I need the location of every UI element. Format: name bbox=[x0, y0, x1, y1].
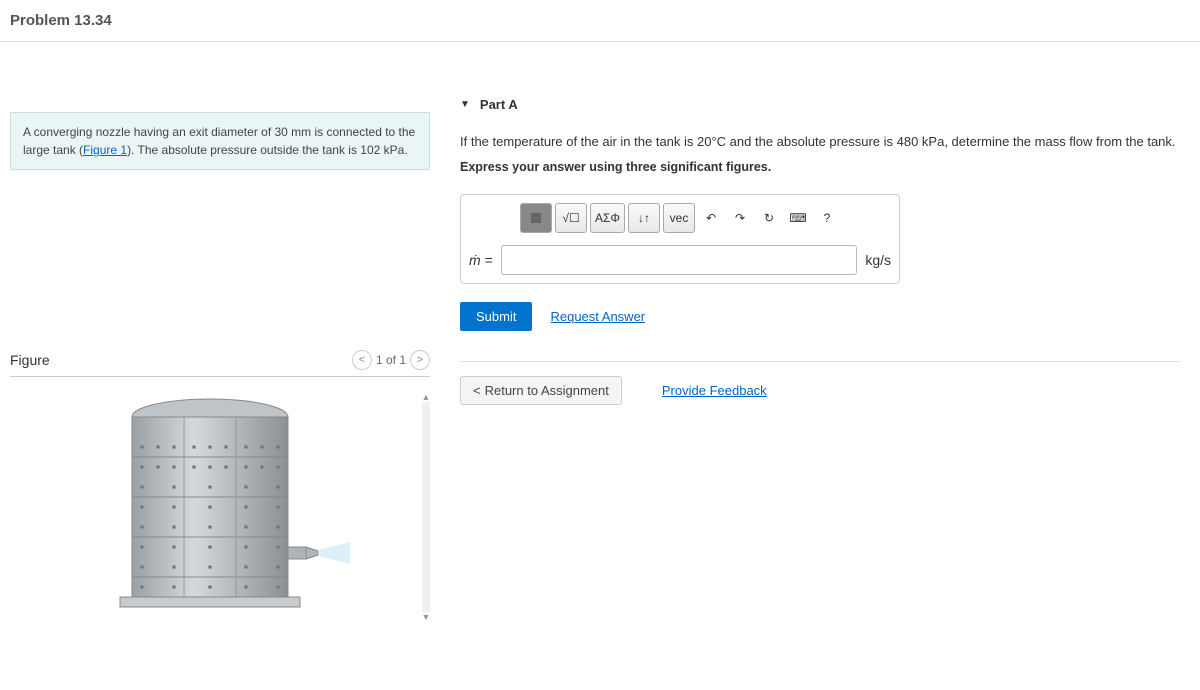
request-answer-link[interactable]: Request Answer bbox=[550, 309, 645, 324]
variable-label: ṁ = bbox=[469, 252, 493, 268]
problem-statement: A converging nozzle having an exit diame… bbox=[10, 112, 430, 170]
submit-button[interactable]: Submit bbox=[460, 302, 532, 331]
return-label: Return to Assignment bbox=[485, 383, 609, 398]
part-header: ▼ Part A bbox=[460, 97, 1180, 112]
problem-title: Problem 13.34 bbox=[10, 12, 1190, 29]
scroll-up-icon[interactable]: ▲ bbox=[422, 392, 431, 402]
feedback-link[interactable]: Provide Feedback bbox=[662, 383, 767, 398]
vector-button[interactable]: vec bbox=[663, 203, 695, 233]
undo-button[interactable]: ↶ bbox=[698, 203, 724, 233]
figure-nav: < 1 of 1 > bbox=[352, 350, 430, 370]
figure-next-button[interactable]: > bbox=[410, 350, 430, 370]
answer-input[interactable] bbox=[501, 245, 858, 275]
figure-scrollbar[interactable]: ▲ ▼ bbox=[420, 392, 432, 622]
problem-text-after: ). The absolute pressure outside the tan… bbox=[127, 143, 408, 157]
answer-area: √☐ ΑΣΦ ↓↑ vec ↶ ↷ ↻ ⌨ ? ṁ = kg/s bbox=[460, 194, 900, 284]
figure-section: Figure < 1 of 1 > bbox=[0, 350, 440, 622]
scroll-down-icon[interactable]: ▼ bbox=[422, 612, 431, 622]
redo-button[interactable]: ↷ bbox=[727, 203, 753, 233]
part-title: Part A bbox=[480, 97, 518, 112]
unit-label: kg/s bbox=[865, 252, 891, 268]
subscript-button[interactable]: ↓↑ bbox=[628, 203, 660, 233]
page-header: Problem 13.34 bbox=[0, 0, 1200, 42]
figure-link[interactable]: Figure 1 bbox=[83, 143, 127, 157]
template-button[interactable] bbox=[520, 203, 552, 233]
instruction-text: Express your answer using three signific… bbox=[460, 160, 1180, 174]
return-button[interactable]: < Return to Assignment bbox=[460, 376, 622, 405]
greek-button[interactable]: ΑΣΦ bbox=[590, 203, 625, 233]
figure-title: Figure bbox=[10, 352, 50, 368]
figure-image: ▲ ▼ bbox=[10, 392, 430, 622]
help-button[interactable]: ? bbox=[814, 203, 840, 233]
fraction-button[interactable]: √☐ bbox=[555, 203, 587, 233]
square-icon bbox=[531, 213, 541, 223]
figure-prev-button[interactable]: < bbox=[352, 350, 372, 370]
scroll-track[interactable] bbox=[422, 402, 430, 612]
tank-illustration bbox=[90, 392, 350, 622]
question-text: If the temperature of the air in the tan… bbox=[460, 132, 1180, 152]
keyboard-button[interactable]: ⌨ bbox=[785, 203, 811, 233]
figure-page: 1 of 1 bbox=[376, 353, 406, 367]
collapse-caret-icon[interactable]: ▼ bbox=[460, 99, 470, 110]
reset-button[interactable]: ↻ bbox=[756, 203, 782, 233]
chevron-left-icon: < bbox=[473, 383, 481, 398]
equation-toolbar: √☐ ΑΣΦ ↓↑ vec ↶ ↷ ↻ ⌨ ? bbox=[469, 203, 891, 233]
